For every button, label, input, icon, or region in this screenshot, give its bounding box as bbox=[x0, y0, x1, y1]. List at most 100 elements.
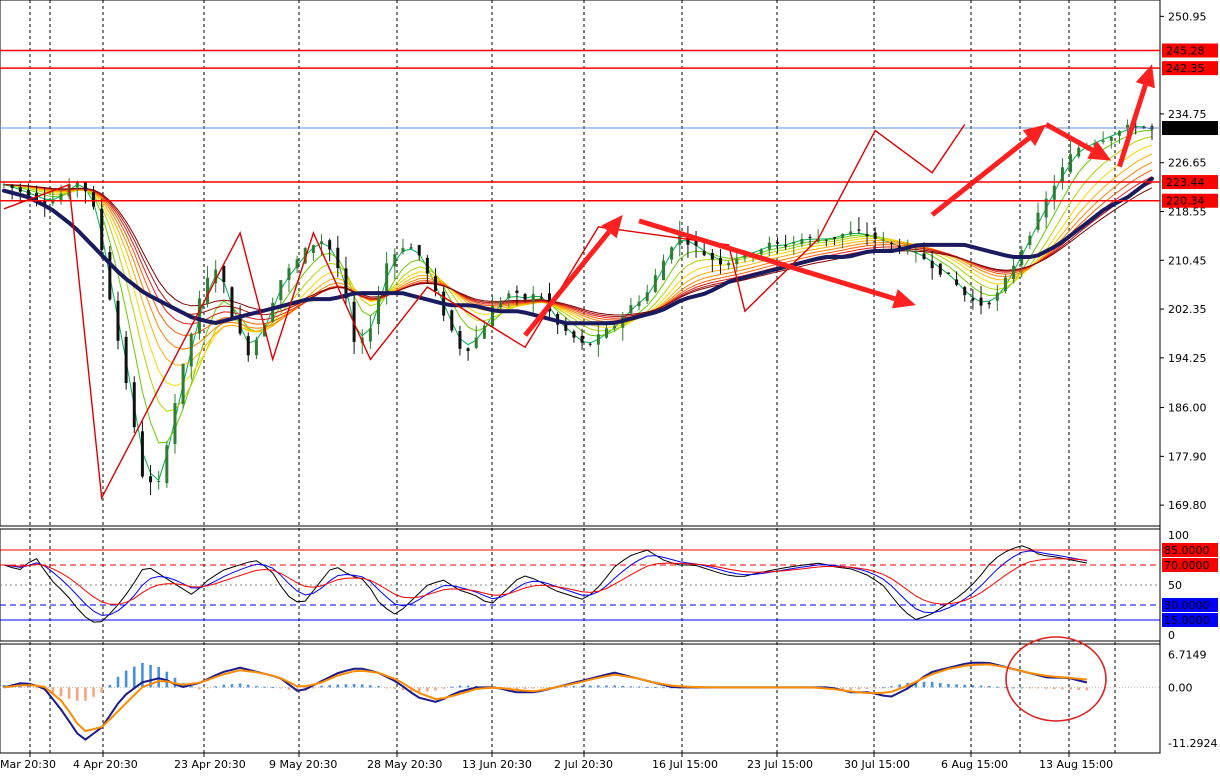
candle-body bbox=[841, 233, 845, 238]
candle-body bbox=[458, 331, 462, 349]
macd-hist-bar bbox=[1061, 687, 1064, 690]
candle-body bbox=[311, 245, 315, 253]
candle-body bbox=[963, 287, 967, 296]
candle-body bbox=[735, 259, 739, 265]
macd-hist-bar bbox=[613, 685, 616, 688]
macd-hist-bar bbox=[645, 686, 649, 688]
candle-body bbox=[604, 328, 608, 338]
x-tick-label: 23 Jul 15:00 bbox=[747, 758, 813, 771]
macd-hist-bar bbox=[108, 684, 112, 688]
candle-body bbox=[466, 348, 470, 351]
candle-body bbox=[1077, 147, 1081, 157]
candle-body bbox=[922, 253, 926, 260]
candle-body bbox=[946, 272, 950, 274]
candle-body bbox=[889, 242, 893, 244]
macd-hist-bar bbox=[523, 687, 527, 689]
candle-body bbox=[1117, 131, 1121, 136]
macd-hist-bar bbox=[605, 685, 608, 688]
candle-body bbox=[629, 305, 633, 314]
macd-hist-bar bbox=[198, 687, 201, 690]
candle-body bbox=[661, 260, 665, 281]
macd-tick-label: 0.00 bbox=[1168, 681, 1193, 694]
macd-hist-bar bbox=[849, 687, 853, 690]
candle-body bbox=[792, 241, 796, 244]
macd-hist-bar bbox=[873, 687, 877, 689]
candle-body bbox=[92, 192, 96, 207]
candle-body bbox=[515, 290, 519, 293]
candle-body bbox=[1101, 140, 1105, 143]
macd-hist-bar bbox=[1052, 687, 1056, 690]
candle-body bbox=[482, 325, 486, 339]
y-tick-label: 169.80 bbox=[1168, 499, 1207, 512]
macd-hist-bar bbox=[1020, 687, 1024, 689]
macd-hist-bar bbox=[1077, 687, 1081, 690]
candle-body bbox=[914, 251, 918, 254]
macd-hist-bar bbox=[263, 686, 266, 688]
macd-tick-label: -11.2924 bbox=[1168, 737, 1217, 750]
macd-hist-bar bbox=[458, 685, 462, 688]
candle-body bbox=[588, 343, 592, 345]
candle-body bbox=[727, 262, 731, 266]
candle-body bbox=[377, 295, 381, 325]
candle-body bbox=[702, 250, 706, 256]
candle-body bbox=[596, 334, 600, 345]
candle-body bbox=[710, 252, 714, 260]
candle-body bbox=[271, 302, 275, 322]
osc-level-label: 30.0000 bbox=[1164, 599, 1210, 612]
macd-hist-bar bbox=[1036, 687, 1040, 689]
macd-hist-bar bbox=[246, 684, 250, 688]
x-tick-label: 16 Jul 15:00 bbox=[652, 758, 718, 771]
candle-body bbox=[531, 294, 535, 302]
candle-body bbox=[930, 260, 934, 269]
level-tag-label: 220.34 bbox=[1166, 195, 1205, 208]
osc-level-label: 70.0000 bbox=[1164, 559, 1210, 572]
candle-body bbox=[165, 445, 169, 484]
macd-hist-bar bbox=[189, 686, 193, 688]
macd-hist-bar bbox=[922, 681, 926, 688]
candle-body bbox=[173, 403, 177, 444]
macd-hist-bar bbox=[621, 685, 625, 688]
y-tick-label: 210.45 bbox=[1168, 254, 1207, 267]
macd-hist-bar bbox=[939, 682, 942, 688]
macd-hist-bar bbox=[637, 686, 641, 688]
macd-hist-bar bbox=[963, 684, 967, 688]
level-tag-label: 223.44 bbox=[1166, 176, 1205, 189]
candle-body bbox=[83, 182, 87, 192]
candle-body bbox=[450, 310, 454, 331]
macd-hist-bar bbox=[971, 685, 975, 688]
macd-hist-bar bbox=[898, 684, 901, 688]
x-tick-label: 2 Jul 20:30 bbox=[554, 758, 613, 771]
y-tick-label: 194.25 bbox=[1168, 352, 1207, 365]
macd-hist-bar bbox=[426, 687, 429, 692]
trading-chart: 250.95 234.75 226.65 218.55 210.45 202.35 194.… bbox=[0, 0, 1220, 771]
osc-tick-label: 50 bbox=[1168, 579, 1182, 592]
macd-hist-bar bbox=[377, 686, 380, 688]
candle-body bbox=[971, 298, 975, 301]
candle-body bbox=[2, 184, 6, 186]
macd-hist-bar bbox=[531, 687, 535, 689]
macd-hist-bar bbox=[92, 687, 95, 697]
x-tick-label: 30 Jul 15:00 bbox=[844, 758, 910, 771]
candle-body bbox=[1028, 235, 1032, 246]
level-tag-label: 242.35 bbox=[1166, 62, 1205, 75]
macd-hist-bar bbox=[930, 681, 934, 688]
candle-body bbox=[295, 259, 299, 269]
candle-body bbox=[10, 185, 14, 188]
macd-hist-bar bbox=[597, 685, 600, 688]
osc-level-label: 85.0000 bbox=[1164, 544, 1210, 557]
y-tick-label: 250.95 bbox=[1168, 10, 1207, 23]
x-tick-label: 13 Aug 15:00 bbox=[1039, 758, 1113, 771]
candle-body bbox=[393, 254, 397, 267]
macd-hist-bar bbox=[1069, 687, 1072, 690]
candle-body bbox=[857, 229, 861, 231]
macd-hist-bar bbox=[312, 687, 315, 689]
macd-hist-bar bbox=[540, 687, 543, 689]
candle-body bbox=[320, 241, 324, 245]
chart-canvas: 250.95234.75226.65218.55210.45202.35194.… bbox=[0, 0, 1220, 771]
macd-hist-bar bbox=[287, 687, 291, 690]
candle-body bbox=[808, 236, 812, 238]
candle-body bbox=[865, 234, 869, 237]
macd-hist-bar bbox=[344, 684, 348, 688]
macd-hist-bar bbox=[1012, 687, 1015, 689]
candle-body bbox=[385, 263, 389, 296]
